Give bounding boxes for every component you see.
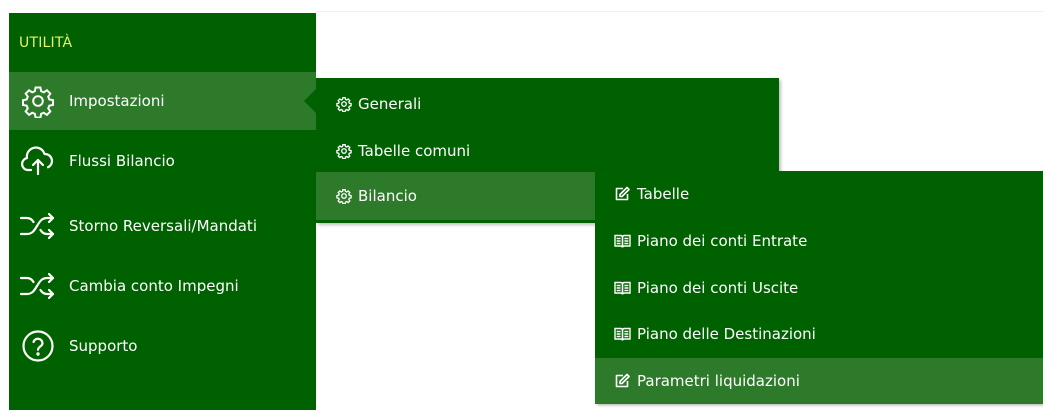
menu-item-cambia-conto[interactable]: Cambia conto Impegni: [9, 257, 316, 315]
submenu-item-label: Tabelle: [637, 185, 690, 203]
menu-item-label: Storno Reversali/Mandati: [69, 217, 257, 235]
submenu-item-label: Piano delle Destinazioni: [637, 325, 816, 343]
submenu-pointer: [304, 89, 316, 113]
shuffle-icon: [17, 268, 59, 304]
shuffle-icon: [17, 208, 59, 244]
top-divider: [316, 11, 1043, 12]
submenu-item-label: Tabelle comuni: [358, 142, 471, 160]
question-circle-icon: [17, 328, 59, 364]
edit-icon: [614, 373, 631, 389]
book-icon: [614, 326, 631, 342]
gear-icon: [336, 96, 352, 112]
menu-item-label: Cambia conto Impegni: [69, 277, 239, 295]
gear-icon: [336, 188, 352, 204]
submenu-item-tabelle[interactable]: Tabelle: [595, 171, 1043, 217]
submenu-item-piano-uscite[interactable]: Piano dei conti Uscite: [595, 265, 1043, 311]
submenu-item-label: Generali: [358, 95, 422, 113]
submenu-item-generali[interactable]: Generali: [316, 80, 779, 128]
menu-item-label: Supporto: [69, 337, 138, 355]
submenu-item-label: Piano dei conti Entrate: [637, 232, 808, 250]
cloud-upload-icon: [17, 143, 59, 179]
submenu-item-tabelle-comuni[interactable]: Tabelle comuni: [316, 127, 779, 175]
book-icon: [614, 280, 631, 296]
gear-icon: [336, 143, 352, 159]
utility-menu: UTILITÀ Impostazioni Flussi Bilancio Sto…: [9, 13, 316, 410]
submenu-bilancio: Tabelle Piano dei conti Entrate Piano de…: [595, 171, 1043, 404]
menu-item-label: Flussi Bilancio: [69, 152, 175, 170]
book-icon: [614, 233, 631, 249]
submenu-item-piano-entrate[interactable]: Piano dei conti Entrate: [595, 218, 1043, 264]
submenu-item-label: Piano dei conti Uscite: [637, 279, 799, 297]
submenu-item-label: Parametri liquidazioni: [637, 372, 800, 390]
submenu-item-piano-destinazioni[interactable]: Piano delle Destinazioni: [595, 311, 1043, 357]
menu-item-label: Impostazioni: [69, 92, 165, 110]
edit-icon: [614, 186, 631, 202]
menu-item-storno-reversali[interactable]: Storno Reversali/Mandati: [9, 197, 316, 255]
gear-icon: [17, 83, 59, 119]
menu-item-flussi-bilancio[interactable]: Flussi Bilancio: [9, 132, 316, 190]
menu-item-impostazioni[interactable]: Impostazioni: [9, 72, 316, 130]
submenu-item-parametri-liquidazioni[interactable]: Parametri liquidazioni: [595, 358, 1043, 404]
submenu-item-label: Bilancio: [358, 187, 417, 205]
menu-item-supporto[interactable]: Supporto: [9, 317, 316, 375]
menu-header: UTILITÀ: [19, 35, 73, 51]
